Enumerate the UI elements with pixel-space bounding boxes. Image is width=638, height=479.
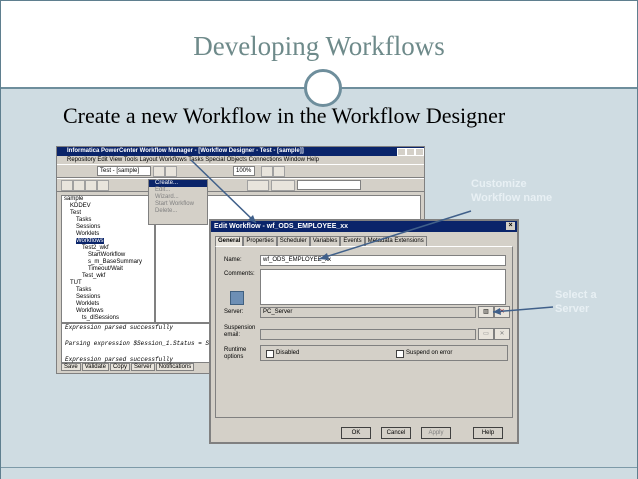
callout-arrows (190, 159, 554, 315)
arrowhead (493, 308, 501, 315)
arrowhead (319, 253, 329, 260)
arrow-customize (318, 210, 472, 260)
slide-frame: Developing Workflows Create a new Workfl… (0, 0, 638, 479)
arrow-select-server (492, 306, 554, 313)
arrow-menu-to-dialog (190, 159, 257, 224)
